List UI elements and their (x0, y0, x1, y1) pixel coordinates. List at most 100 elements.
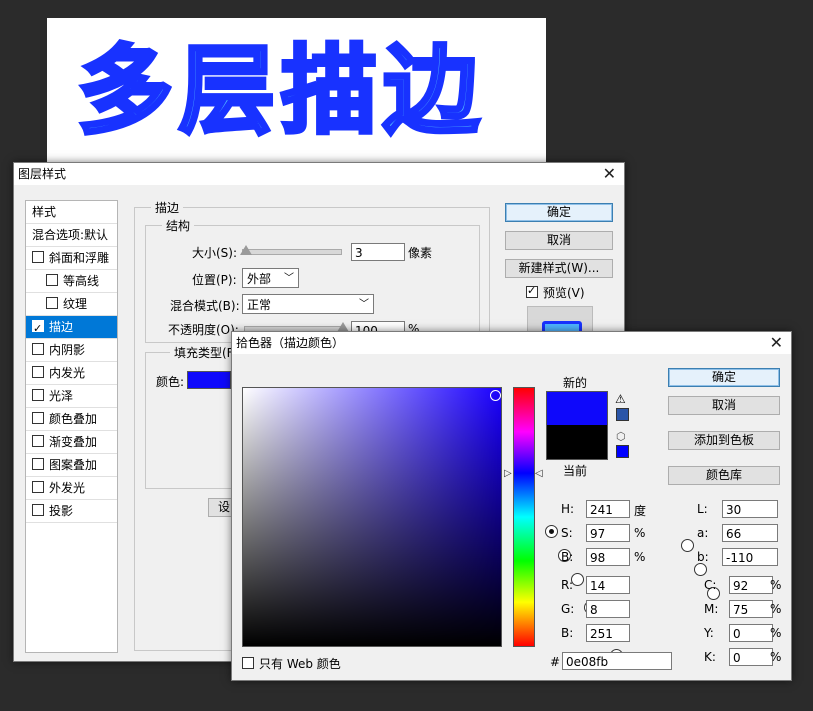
style-item-checkbox[interactable] (46, 274, 58, 286)
hsb-rgb-input-0[interactable]: 241 (586, 500, 630, 518)
stroke-color-swatch[interactable] (187, 371, 231, 389)
hsb-rgb-input-1[interactable]: 97 (586, 524, 630, 542)
cmyk-input-1[interactable]: 75 (729, 600, 773, 618)
style-item-1[interactable]: 等高线 (26, 270, 117, 293)
picker-ok-button[interactable]: 确定 (668, 368, 780, 387)
web-colors-only-checkbox[interactable]: 只有 Web 颜色 (242, 655, 341, 672)
lab-radio-1[interactable] (694, 563, 707, 576)
cancel-button[interactable]: 取消 (505, 231, 613, 250)
style-item-6[interactable]: 光泽 (26, 385, 117, 408)
style-item-8[interactable]: 渐变叠加 (26, 431, 117, 454)
hsb-rgb-radio-0[interactable] (545, 525, 558, 538)
style-item-checkbox[interactable] (32, 435, 44, 447)
close-icon[interactable]: ✕ (603, 163, 616, 185)
style-item-checkbox[interactable] (32, 481, 44, 493)
cmyk-label-3: K: (704, 650, 716, 664)
style-item-4[interactable]: 内阴影 (26, 339, 117, 362)
picker-cancel-button[interactable]: 取消 (668, 396, 780, 415)
web-colors-only-box[interactable] (242, 657, 254, 669)
style-item-checkbox[interactable] (32, 412, 44, 424)
size-label: 大小(S): (192, 246, 238, 260)
hsb-rgb-label-2: B: (561, 550, 574, 564)
color-libraries-button[interactable]: 颜色库 (668, 466, 780, 485)
position-value: 外部 (247, 272, 272, 286)
preview-checkbox-box[interactable] (526, 284, 538, 298)
cmyk-input-3[interactable]: 0 (729, 648, 773, 666)
hex-input[interactable]: 0e08fb (562, 652, 672, 670)
lab-label-2: b: (697, 550, 709, 564)
lab-input-1[interactable]: 66 (722, 524, 778, 542)
style-item-checkbox[interactable] (32, 389, 44, 401)
style-item-2[interactable]: 纹理 (26, 293, 117, 316)
style-item-3[interactable]: 描边 (26, 316, 117, 340)
style-item-label: 内阴影 (49, 343, 86, 357)
gamut-warning-swatch[interactable] (616, 408, 629, 421)
structure-group: 结构 大小(S): 3 像素 位置(P): 外部 ﹀ 混合模式(B): 正常 ﹀… (145, 217, 480, 343)
style-item-checkbox[interactable] (32, 504, 44, 516)
hsb-rgb-label-0: H: (561, 502, 575, 516)
style-item-label: 斜面和浮雕 (49, 251, 110, 265)
web-colors-only-label: 只有 Web 颜色 (259, 657, 341, 671)
gamut-warning-icon[interactable]: ⚠ (615, 392, 626, 406)
hsb-rgb-input-3[interactable]: 14 (586, 576, 630, 594)
ok-button[interactable]: 确定 (505, 203, 613, 222)
new-color-label: 新的 (563, 376, 588, 390)
lab-input-2[interactable]: -110 (722, 548, 778, 566)
style-item-checkbox[interactable] (32, 318, 44, 340)
hsb-rgb-label-1: S: (561, 526, 573, 540)
style-item-checkbox[interactable] (32, 366, 44, 378)
blend-options-item[interactable]: 混合选项:默认 (26, 224, 117, 247)
lab-radio-0[interactable] (681, 539, 694, 552)
hue-slider[interactable] (513, 387, 535, 647)
style-item-label: 等高线 (63, 274, 100, 288)
current-color-swatch[interactable] (546, 425, 608, 460)
cmyk-input-0[interactable]: 92 (729, 576, 773, 594)
add-to-swatches-button[interactable]: 添加到色板 (668, 431, 780, 450)
saturation-brightness-field[interactable] (242, 387, 502, 647)
size-slider[interactable] (240, 245, 342, 255)
style-item-checkbox[interactable] (32, 343, 44, 355)
hue-slider-right-arrow[interactable]: ◁ (535, 468, 543, 479)
style-item-11[interactable]: 投影 (26, 500, 117, 523)
new-style-button[interactable]: 新建样式(W)... (505, 259, 613, 278)
lab-input-0[interactable]: 30 (722, 500, 778, 518)
style-list-header[interactable]: 样式 (26, 201, 117, 224)
style-item-10[interactable]: 外发光 (26, 477, 117, 500)
style-item-label: 纹理 (63, 297, 88, 311)
close-icon[interactable]: ✕ (770, 332, 783, 354)
size-slider-thumb[interactable] (240, 245, 252, 255)
layer-style-titlebar: 图层样式 ✕ (14, 163, 624, 185)
hsb-rgb-unit-0: 度 (634, 504, 647, 518)
hsb-rgb-input-4[interactable]: 8 (586, 600, 630, 618)
color-picker-dialog: 拾色器（描边颜色） ✕ ▷ ◁ 新的 当前 ⚠ ⬡ 确定 取消 添加到色板 颜色… (231, 331, 792, 681)
style-item-checkbox[interactable] (32, 251, 44, 263)
style-item-label: 投影 (49, 504, 74, 518)
new-color-swatch (546, 391, 608, 426)
style-item-checkbox[interactable] (46, 297, 58, 309)
position-dropdown[interactable]: 外部 ﹀ (242, 268, 299, 288)
cmyk-input-2[interactable]: 0 (729, 624, 773, 642)
hsb-rgb-label-5: B: (561, 626, 574, 640)
color-label: 颜色: (156, 375, 185, 389)
cmyk-unit-2: % (770, 626, 782, 640)
color-selector-ring[interactable] (490, 390, 501, 401)
preview-checkbox[interactable]: 预览(V) (526, 284, 585, 301)
web-safe-swatch[interactable] (616, 445, 629, 458)
hsb-rgb-label-4: G: (561, 602, 575, 616)
web-safe-cube-icon[interactable]: ⬡ (616, 430, 626, 443)
lab-label-0: L: (697, 502, 708, 516)
hue-slider-left-arrow[interactable]: ▷ (504, 468, 512, 479)
hsb-rgb-input-2[interactable]: 98 (586, 548, 630, 566)
hsb-rgb-label-3: R: (561, 578, 574, 592)
style-item-checkbox[interactable] (32, 458, 44, 470)
blend-mode-dropdown[interactable]: 正常 ﹀ (242, 294, 374, 314)
style-item-9[interactable]: 图案叠加 (26, 454, 117, 477)
style-item-7[interactable]: 颜色叠加 (26, 408, 117, 431)
size-input[interactable]: 3 (351, 243, 405, 261)
hsb-rgb-input-5[interactable]: 251 (586, 624, 630, 642)
style-item-label: 内发光 (49, 366, 86, 380)
canvas-stroked-text: 多层描边 (75, 33, 485, 149)
style-item-5[interactable]: 内发光 (26, 362, 117, 385)
style-item-0[interactable]: 斜面和浮雕 (26, 247, 117, 270)
preview-label: 预览(V) (543, 286, 585, 300)
